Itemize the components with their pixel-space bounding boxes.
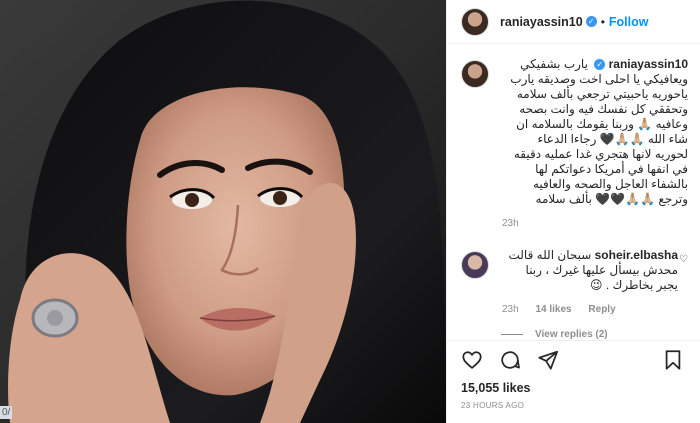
comment-meta: 23h 14 likes Reply [502, 302, 678, 317]
post-time[interactable]: 23 HOURS AGO [461, 401, 686, 410]
comment-time[interactable]: 23h [502, 304, 519, 315]
edge-tag: 0/ [0, 406, 13, 419]
actions-bar: 15,055 likes 23 HOURS AGO [447, 340, 700, 410]
bookmark-icon[interactable] [662, 349, 686, 373]
share-icon[interactable] [537, 349, 561, 373]
comment-icon[interactable] [499, 349, 523, 373]
separator-dot: • [600, 14, 605, 29]
caption-text: يارب بشفيكي ويعافيكي يا احلى اخت وصديقه … [510, 57, 688, 206]
reply-button[interactable]: Reply [588, 304, 615, 315]
post-username[interactable]: raniayassin10 [500, 15, 583, 29]
post-photo[interactable]: 0/ [0, 0, 446, 423]
comment-text-block: soheir.elbasha سبحان الله قالت محدش بيسأ… [502, 248, 678, 293]
post-header: raniayassin10 ✓ • Follow [447, 0, 700, 44]
comment-body: soheir.elbasha سبحان الله قالت محدش بيسأ… [502, 248, 678, 317]
caption-text-block: raniayassin10 ✓ يارب بشفيكي ويعافيكي يا … [502, 57, 688, 207]
view-replies-label: View replies (2) [535, 329, 608, 340]
verified-badge-icon: ✓ [594, 59, 606, 70]
view-replies-button[interactable]: View replies (2) [501, 329, 690, 340]
verified-badge-icon: ✓ [585, 16, 597, 27]
portrait-image [0, 0, 446, 423]
comment-username[interactable]: soheir.elbasha [595, 248, 678, 262]
comments-list: raniayassin10 ✓ يارب بشفيكي ويعافيكي يا … [461, 57, 690, 340]
comment-heart-icon[interactable]: ♡ [679, 254, 688, 265]
caption-meta: 23h [502, 216, 688, 231]
comment-item: soheir.elbasha سبحان الله قالت محدش بيسأ… [461, 248, 690, 317]
replies-divider [501, 334, 523, 335]
post-sidebar: raniayassin10 ✓ • Follow raniayassin10 ✓… [446, 0, 700, 423]
caption: raniayassin10 ✓ يارب بشفيكي ويعافيكي يا … [461, 57, 690, 231]
heart-icon[interactable] [461, 349, 485, 373]
caption-body: raniayassin10 ✓ يارب بشفيكي ويعافيكي يا … [502, 57, 688, 231]
comment-avatar[interactable] [461, 251, 489, 279]
caption-username[interactable]: raniayassin10 [609, 57, 688, 71]
caption-avatar[interactable] [461, 60, 489, 88]
likes-count[interactable]: 15,055 likes [461, 381, 686, 395]
caption-time[interactable]: 23h [502, 218, 519, 229]
avatar[interactable] [461, 7, 489, 36]
action-icons [461, 349, 686, 373]
comment-likes[interactable]: 14 likes [535, 304, 571, 315]
follow-button[interactable]: Follow [609, 15, 649, 29]
